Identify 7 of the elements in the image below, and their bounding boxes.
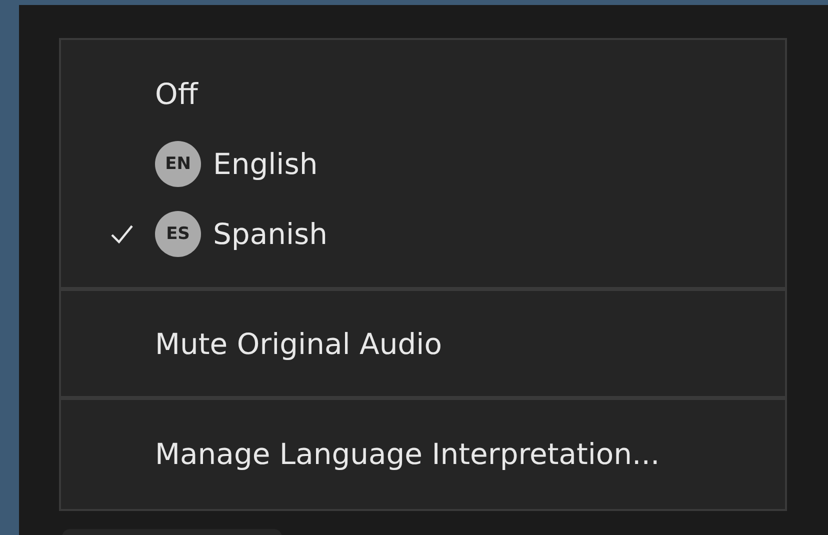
menu-item[interactable]: English: [213, 146, 318, 181]
menu-item[interactable]: Mute Original Audio: [155, 326, 442, 361]
menu-item[interactable]: Spanish: [213, 216, 328, 251]
language-badge: EN: [155, 140, 201, 187]
menu-item[interactable]: Off: [155, 76, 198, 111]
menu-item[interactable]: Manage Language Interpretation...: [155, 437, 660, 472]
language-badge: ES: [155, 210, 201, 257]
